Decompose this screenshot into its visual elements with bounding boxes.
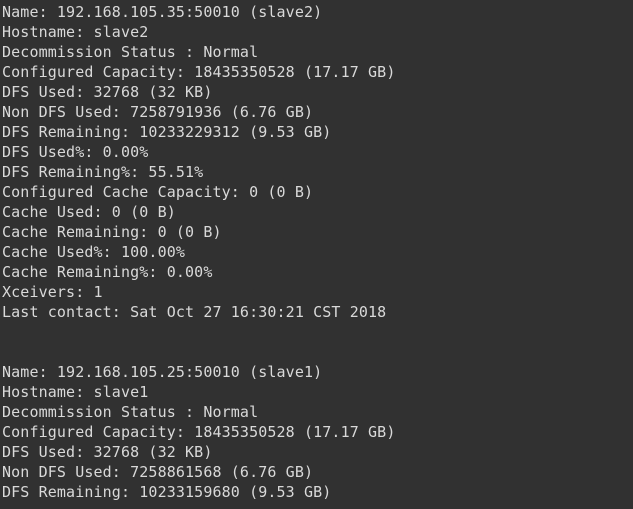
terminal-line: DFS Remaining: 10233159680 (9.53 GB) (2, 483, 332, 501)
terminal-line: Cache Remaining%: 0.00% (2, 263, 213, 281)
terminal-line: Cache Used%: 100.00% (2, 243, 186, 261)
terminal-line: Configured Capacity: 18435350528 (17.17 … (2, 63, 396, 81)
terminal-output[interactable]: Name: 192.168.105.35:50010 (slave2) Hostn… (0, 0, 633, 509)
terminal-line: DFS Used: 32768 (32 KB) (2, 83, 213, 101)
terminal-line: Xceivers: 1 (2, 283, 103, 301)
terminal-line: Non DFS Used: 7258791936 (6.76 GB) (2, 103, 314, 121)
terminal-line: Cache Used: 0 (0 B) (2, 203, 176, 221)
terminal-line: Decommission Status : Normal (2, 43, 259, 61)
terminal-line: DFS Remaining%: 55.51% (2, 163, 204, 181)
terminal-line: DFS Used%: 0.00% (2, 143, 149, 161)
terminal-line: Hostname: slave2 (2, 23, 149, 41)
terminal-line: Name: 192.168.105.35:50010 (slave2) (2, 3, 323, 21)
datanode-slave2: Name: 192.168.105.35:50010 (slave2) Hostn… (2, 2, 633, 322)
terminal-line: Cache Remaining: 0 (0 B) (2, 223, 222, 241)
terminal-line: Name: 192.168.105.25:50010 (slave1) (2, 363, 323, 381)
separator-1 (2, 322, 633, 362)
terminal-line: Decommission Status : Normal (2, 403, 259, 421)
terminal-line: Configured Cache Capacity: 0 (0 B) (2, 183, 314, 201)
terminal-line: Hostname: slave1 (2, 383, 149, 401)
terminal-line: Non DFS Used: 7258861568 (6.76 GB) (2, 463, 314, 481)
datanode-slave1: Name: 192.168.105.25:50010 (slave1) Hostn… (2, 362, 633, 502)
terminal-line: Configured Capacity: 18435350528 (17.17 … (2, 423, 396, 441)
terminal-line: Last contact: Sat Oct 27 16:30:21 CST 20… (2, 303, 387, 321)
terminal-line: DFS Remaining: 10233229312 (9.53 GB) (2, 123, 332, 141)
terminal-line: DFS Used: 32768 (32 KB) (2, 443, 213, 461)
